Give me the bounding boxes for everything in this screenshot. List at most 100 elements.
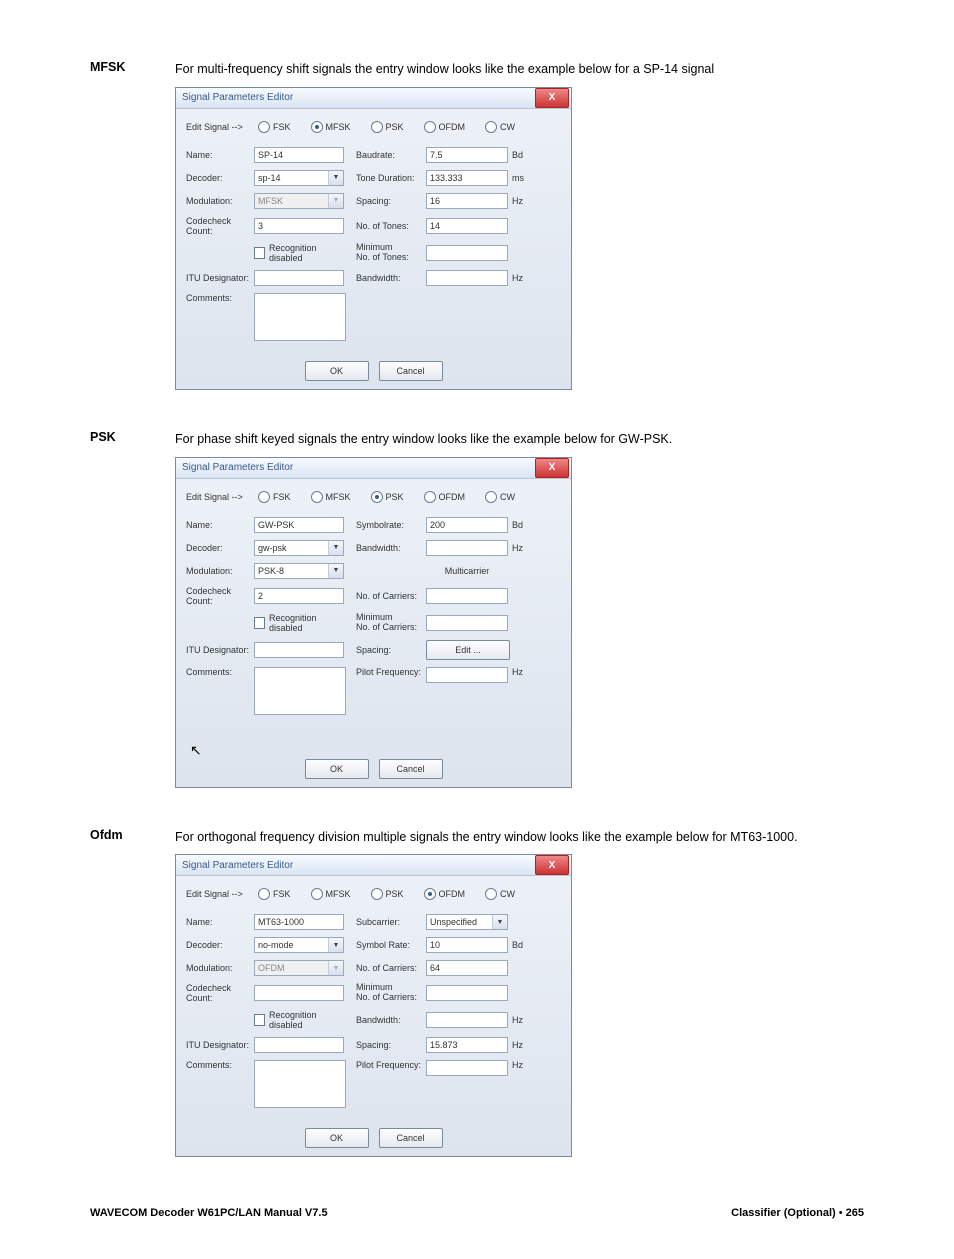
recognition-checkbox[interactable]: Recognition disabled xyxy=(254,613,344,633)
recognition-checkbox[interactable]: Recognition disabled xyxy=(254,243,344,263)
min-tones-label: Minimum No. of Tones: xyxy=(356,243,426,263)
pilot-input[interactable] xyxy=(426,1060,508,1076)
chevron-down-icon: ▼ xyxy=(328,194,343,208)
radio-mfsk[interactable]: MFSK xyxy=(311,121,351,133)
comments-label: Comments: xyxy=(186,1060,254,1070)
comments-input[interactable] xyxy=(254,1060,346,1108)
itu-label: ITU Designator: xyxy=(186,273,254,283)
symbolrate-input[interactable]: 200 xyxy=(426,517,508,533)
comments-input[interactable] xyxy=(254,667,346,715)
name-label: Name: xyxy=(186,150,254,160)
radio-ofdm[interactable]: OFDM xyxy=(424,121,466,133)
codecheck-label: Codecheck Count: xyxy=(186,983,254,1003)
radio-cw[interactable]: CW xyxy=(485,888,515,900)
ok-button[interactable]: OK xyxy=(305,1128,369,1148)
itu-label: ITU Designator: xyxy=(186,1040,254,1050)
no-carriers-input[interactable] xyxy=(426,588,508,604)
close-button[interactable]: X xyxy=(535,855,569,875)
footer-right: Classifier (Optional) • 265 xyxy=(731,1207,864,1219)
comments-label: Comments: xyxy=(186,293,254,303)
edit-button[interactable]: Edit ... xyxy=(426,640,510,660)
bandwidth-input[interactable] xyxy=(426,270,508,286)
radio-cw[interactable]: CW xyxy=(485,121,515,133)
cancel-button[interactable]: Cancel xyxy=(379,759,443,779)
no-carriers-input[interactable]: 64 xyxy=(426,960,508,976)
radio-mfsk[interactable]: MFSK xyxy=(311,888,351,900)
itu-label: ITU Designator: xyxy=(186,645,254,655)
chevron-down-icon: ▼ xyxy=(328,541,343,555)
psk-dialog: Signal Parameters Editor X Edit Signal -… xyxy=(175,457,572,788)
comments-input[interactable] xyxy=(254,293,346,341)
subcarrier-combo[interactable]: Unspecified▼ xyxy=(426,914,508,930)
cancel-button[interactable]: Cancel xyxy=(379,361,443,381)
close-button[interactable]: X xyxy=(535,88,569,108)
pilot-label: Pilot Frequency: xyxy=(356,1060,426,1070)
radio-mfsk[interactable]: MFSK xyxy=(311,491,351,503)
cancel-button[interactable]: Cancel xyxy=(379,1128,443,1148)
itu-input[interactable] xyxy=(254,1037,344,1053)
symbol-rate-input[interactable]: 10 xyxy=(426,937,508,953)
close-button[interactable]: X xyxy=(535,458,569,478)
mfsk-text: For multi-frequency shift signals the en… xyxy=(175,60,864,79)
mfsk-dialog: Signal Parameters Editor X Edit Signal -… xyxy=(175,87,572,390)
radio-psk[interactable]: PSK xyxy=(371,121,404,133)
ok-button[interactable]: OK xyxy=(305,759,369,779)
codecheck-input[interactable]: 3 xyxy=(254,218,344,234)
radio-psk[interactable]: PSK xyxy=(371,491,404,503)
tone-duration-input[interactable]: 133.333 xyxy=(426,170,508,186)
min-carriers-input[interactable] xyxy=(426,985,508,1001)
close-icon: X xyxy=(549,462,556,473)
no-tones-input[interactable]: 14 xyxy=(426,218,508,234)
modulation-label: Modulation: xyxy=(186,963,254,973)
codecheck-label: Codecheck Count: xyxy=(186,216,254,236)
radio-fsk[interactable]: FSK xyxy=(258,491,291,503)
pilot-input[interactable] xyxy=(426,667,508,683)
subcarrier-label: Subcarrier: xyxy=(356,917,426,927)
name-input[interactable]: SP-14 xyxy=(254,147,344,163)
radio-fsk[interactable]: FSK xyxy=(258,888,291,900)
radio-cw[interactable]: CW xyxy=(485,491,515,503)
footer-left: WAVECOM Decoder W61PC/LAN Manual V7.5 xyxy=(90,1207,328,1219)
no-carriers-label: No. of Carriers: xyxy=(356,591,426,601)
chevron-down-icon: ▼ xyxy=(328,938,343,952)
unit-bd: Bd xyxy=(508,940,532,950)
modulation-combo[interactable]: PSK-8▼ xyxy=(254,563,344,579)
tone-duration-label: Tone Duration: xyxy=(356,173,426,183)
spacing-input[interactable]: 15.873 xyxy=(426,1037,508,1053)
radio-psk[interactable]: PSK xyxy=(371,888,404,900)
min-carriers-label: Minimum No. of Carriers: xyxy=(356,983,426,1003)
radio-ofdm[interactable]: OFDM xyxy=(424,888,466,900)
ok-button[interactable]: OK xyxy=(305,361,369,381)
codecheck-input[interactable] xyxy=(254,985,344,1001)
min-tones-input[interactable] xyxy=(426,245,508,261)
modulation-combo: MFSK▼ xyxy=(254,193,344,209)
bandwidth-input[interactable] xyxy=(426,1012,508,1028)
itu-input[interactable] xyxy=(254,642,344,658)
recognition-checkbox[interactable]: Recognition disabled xyxy=(254,1010,344,1030)
baudrate-input[interactable]: 7.5 xyxy=(426,147,508,163)
section-mfsk: MFSK For multi-frequency shift signals t… xyxy=(90,60,864,390)
psk-label: PSK xyxy=(90,430,175,444)
codecheck-input[interactable]: 2 xyxy=(254,588,344,604)
radio-ofdm[interactable]: OFDM xyxy=(424,491,466,503)
decoder-combo[interactable]: no-mode▼ xyxy=(254,937,344,953)
unit-bd: Bd xyxy=(508,520,532,530)
radio-fsk[interactable]: FSK xyxy=(258,121,291,133)
psk-text: For phase shift keyed signals the entry … xyxy=(175,430,864,449)
min-carriers-input[interactable] xyxy=(426,615,508,631)
page-footer: WAVECOM Decoder W61PC/LAN Manual V7.5 Cl… xyxy=(90,1207,864,1219)
spacing-input[interactable]: 16 xyxy=(426,193,508,209)
spacing-label: Spacing: xyxy=(356,645,426,655)
chevron-down-icon: ▼ xyxy=(328,564,343,578)
decoder-combo[interactable]: gw-psk▼ xyxy=(254,540,344,556)
section-ofdm: Ofdm For orthogonal frequency division m… xyxy=(90,828,864,1158)
unit-hz: Hz xyxy=(508,1060,532,1070)
decoder-combo[interactable]: sp-14▼ xyxy=(254,170,344,186)
multicarrier-label: Multicarrier xyxy=(426,566,508,576)
name-input[interactable]: MT63-1000 xyxy=(254,914,344,930)
bandwidth-input[interactable] xyxy=(426,540,508,556)
mfsk-label: MFSK xyxy=(90,60,175,74)
name-input[interactable]: GW-PSK xyxy=(254,517,344,533)
spacing-label: Spacing: xyxy=(356,1040,426,1050)
itu-input[interactable] xyxy=(254,270,344,286)
